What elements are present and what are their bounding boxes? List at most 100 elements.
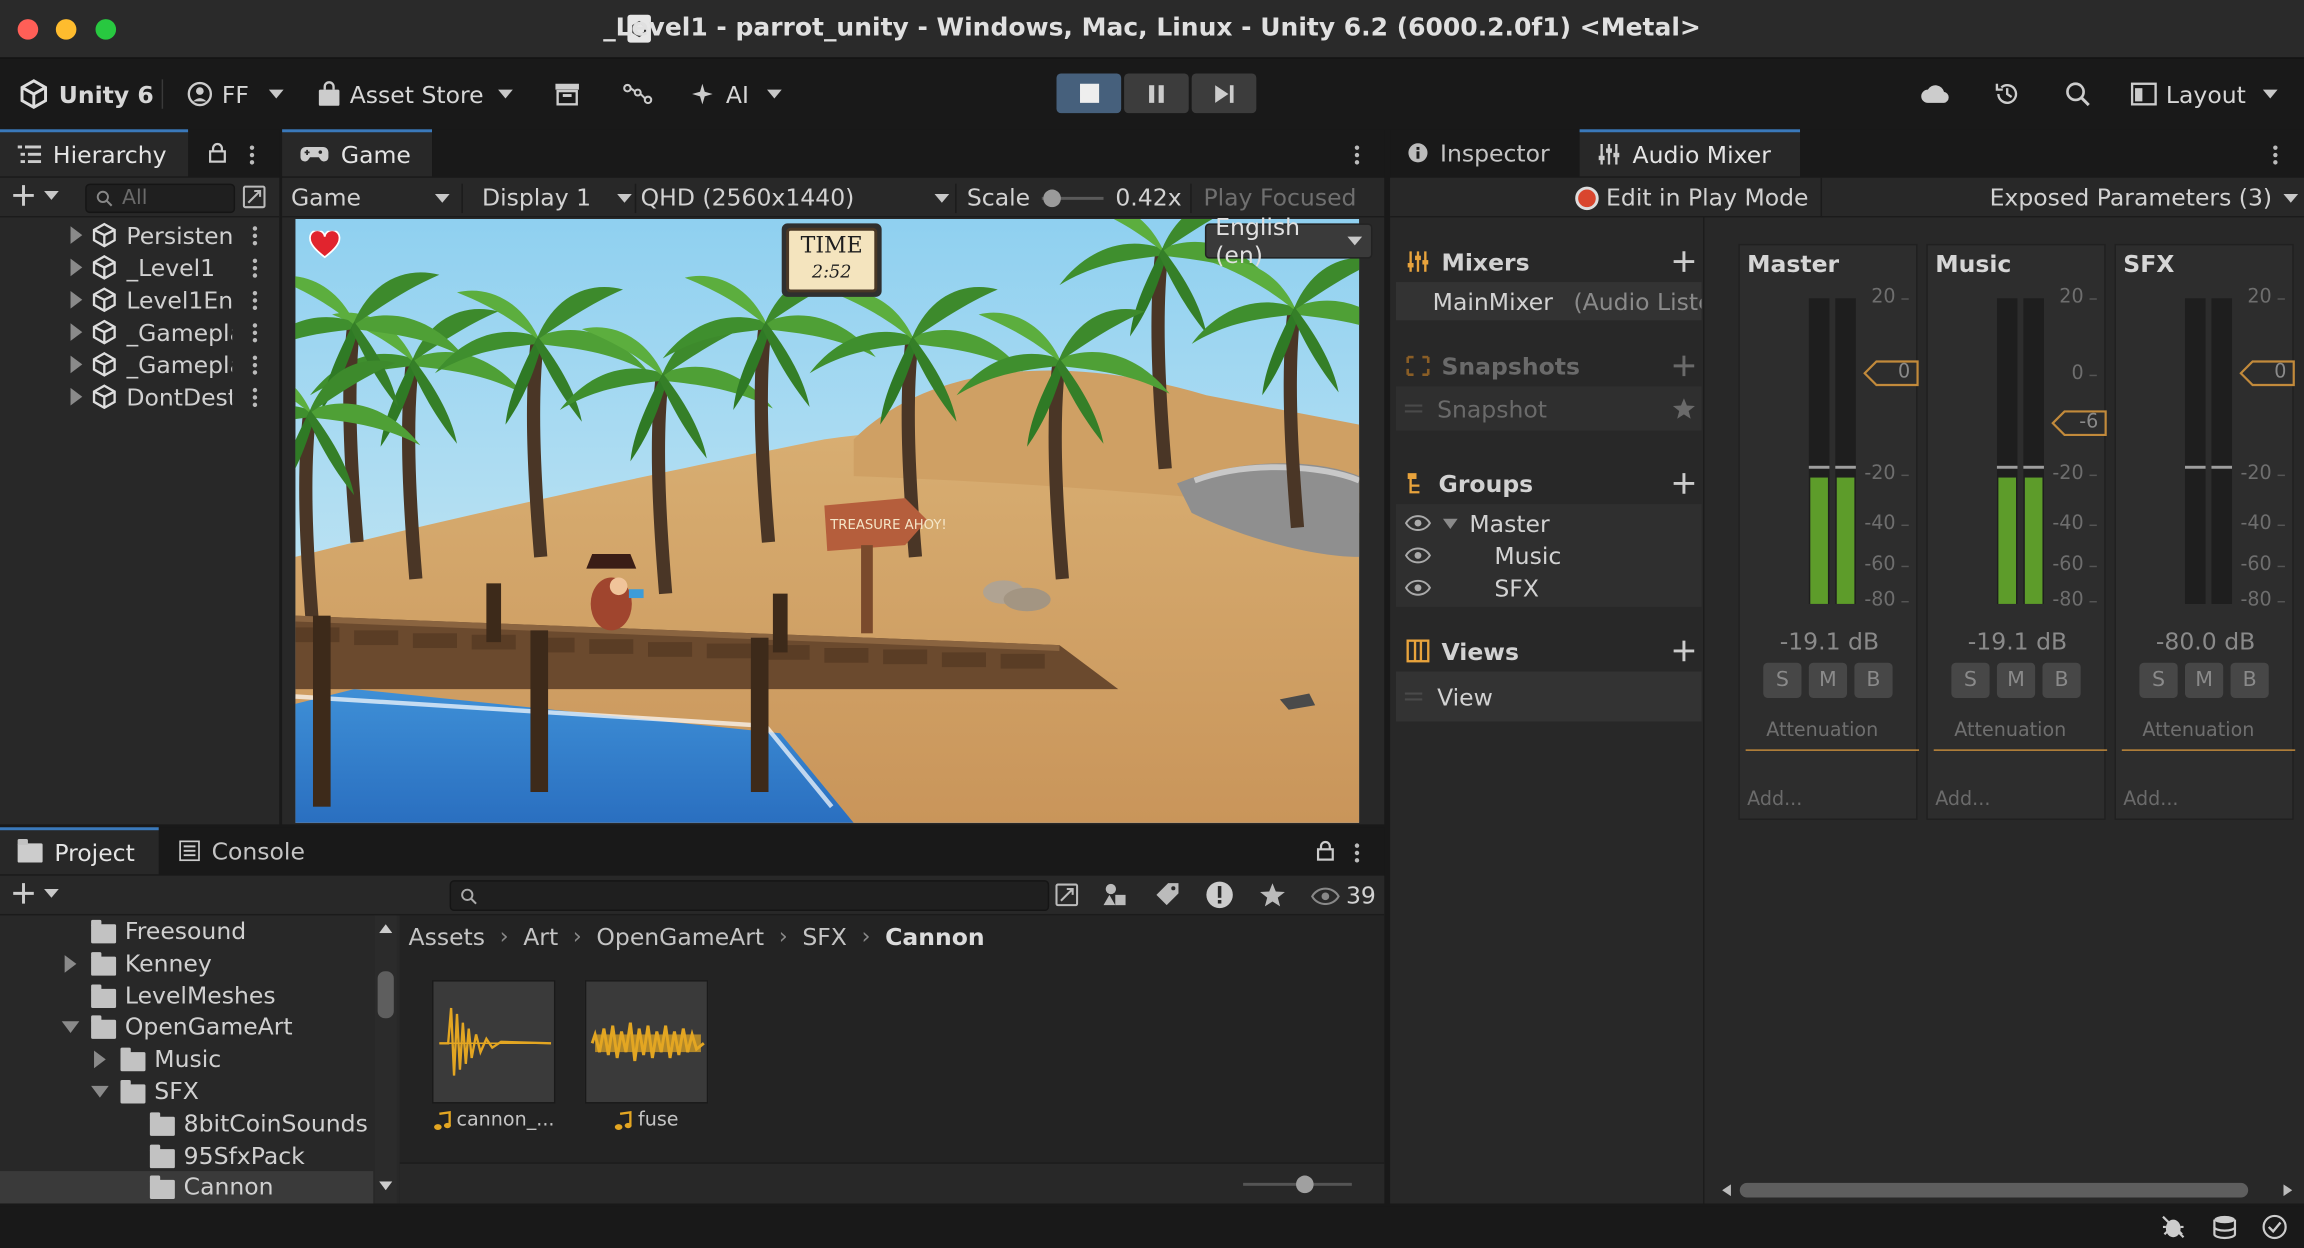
cache-server-icon[interactable]	[2211, 1214, 2237, 1240]
folder-tree-item[interactable]: Freesound	[0, 915, 373, 947]
debug-mode-icon[interactable]	[2160, 1214, 2186, 1240]
tab-project[interactable]: Project	[0, 827, 159, 875]
play-focused-dropdown[interactable]: Play Focused	[1203, 178, 1356, 218]
scroll-down-icon[interactable]	[379, 1181, 393, 1191]
hierarchy-item[interactable]: DontDest	[0, 381, 279, 413]
volume-fader-handle[interactable]: 0	[1863, 360, 1919, 387]
scale-slider[interactable]	[1041, 187, 1104, 208]
more-options-icon[interactable]	[1354, 143, 1361, 168]
folder-tree-item[interactable]: Kenney	[0, 947, 373, 979]
expand-arrow-icon[interactable]	[70, 290, 83, 309]
warning-filter-icon[interactable]	[1205, 880, 1234, 909]
scroll-up-icon[interactable]	[379, 924, 393, 934]
breadcrumb-item[interactable]: SFX	[802, 922, 847, 950]
eye-icon[interactable]	[1404, 514, 1432, 532]
more-options-icon[interactable]	[2273, 143, 2279, 168]
more-options-icon[interactable]	[252, 320, 259, 345]
game-scene-render[interactable]: TREASURE AHOY!	[295, 218, 1360, 823]
unity-menu-button[interactable]: Unity 6	[18, 59, 154, 130]
asset-store-dropdown[interactable]: Asset Store	[317, 59, 513, 130]
expand-arrow-icon[interactable]	[64, 954, 77, 973]
package-manager-button[interactable]	[554, 59, 580, 130]
favorites-star-icon[interactable]	[1259, 882, 1285, 908]
display-dropdown[interactable]: Display 1	[482, 178, 632, 218]
expand-arrow-icon[interactable]	[94, 1050, 106, 1069]
lock-icon[interactable]	[209, 142, 227, 164]
eye-icon[interactable]	[1404, 547, 1432, 565]
scroll-left-icon[interactable]	[1722, 1184, 1731, 1197]
bypass-button[interactable]: B	[2042, 662, 2081, 698]
add-group-button[interactable]	[1672, 472, 1696, 496]
bypass-button[interactable]: B	[2230, 662, 2269, 698]
create-dropdown[interactable]	[12, 184, 59, 208]
stop-play-button[interactable]	[1056, 73, 1122, 114]
asset-item[interactable]: fuse	[584, 980, 709, 1142]
lock-icon[interactable]	[1316, 840, 1335, 861]
add-snapshot-button[interactable]	[1672, 354, 1696, 378]
eye-icon[interactable]	[1404, 579, 1432, 597]
more-options-icon[interactable]	[249, 143, 256, 168]
more-options-icon[interactable]	[252, 287, 259, 312]
volume-fader-handle[interactable]: -6	[2051, 410, 2107, 437]
layout-dropdown[interactable]: Layout	[2130, 59, 2279, 130]
hierarchy-search-input[interactable]: All	[85, 183, 236, 214]
step-button[interactable]	[1191, 73, 1257, 114]
folder-tree-item[interactable]: SFX	[0, 1076, 373, 1108]
breadcrumb-item[interactable]: OpenGameArt	[596, 922, 764, 950]
more-options-icon[interactable]	[252, 255, 259, 280]
folder-tree-item[interactable]: Music	[0, 1044, 373, 1076]
add-effect-button[interactable]: Add...	[1935, 789, 1990, 811]
resolution-dropdown[interactable]: QHD (2560x1440)	[641, 178, 950, 218]
effect-slot[interactable]: Attenuation	[2121, 713, 2296, 751]
check-circle-icon[interactable]	[2261, 1214, 2287, 1240]
bypass-button[interactable]: B	[1854, 662, 1893, 698]
effect-slot[interactable]: Attenuation	[1745, 713, 1920, 751]
hierarchy-item[interactable]: _Gamepla	[0, 316, 279, 348]
expand-arrow-icon[interactable]	[70, 355, 83, 374]
folder-tree-item[interactable]: Cannon	[0, 1171, 374, 1205]
view-list-item[interactable]: View	[1395, 671, 1702, 722]
tab-hierarchy[interactable]: Hierarchy	[0, 129, 189, 177]
ai-dropdown[interactable]: AI	[691, 59, 782, 130]
hidden-packages-toggle[interactable]: 39	[1310, 876, 1376, 916]
scroll-right-icon[interactable]	[2283, 1184, 2293, 1197]
account-dropdown[interactable]: FF	[187, 59, 285, 130]
hierarchy-item[interactable]: Level1En	[0, 284, 279, 316]
group-item-music[interactable]: Music	[1396, 539, 1702, 571]
scrollbar-thumb[interactable]	[377, 971, 394, 1019]
more-options-icon[interactable]	[252, 352, 259, 377]
hierarchy-item[interactable]: _Gamepla	[0, 348, 279, 380]
add-effect-button[interactable]: Add...	[1747, 789, 1802, 811]
game-view-dropdown[interactable]: Game	[291, 178, 459, 218]
scene-visibility-icon[interactable]	[242, 185, 266, 209]
version-control-button[interactable]	[623, 59, 653, 130]
more-options-icon[interactable]	[252, 384, 259, 409]
asset-item[interactable]: cannon_...	[432, 980, 556, 1142]
tab-game[interactable]: Game	[282, 129, 433, 177]
add-view-button[interactable]	[1672, 639, 1696, 663]
mixer-list-item[interactable]: MainMixer (Audio Liste	[1395, 282, 1702, 321]
mute-button[interactable]: M	[1808, 662, 1848, 698]
hierarchy-item[interactable]: Persisten	[0, 219, 279, 251]
mute-button[interactable]: M	[1996, 662, 2036, 698]
solo-button[interactable]: S	[1951, 662, 1990, 698]
tab-audio-mixer[interactable]: Audio Mixer	[1579, 129, 1801, 177]
effect-slot[interactable]: Attenuation	[1933, 713, 2108, 751]
folder-tree-item[interactable]: 95SfxPack	[0, 1140, 373, 1172]
tree-scrollbar[interactable]	[374, 915, 397, 1204]
expand-arrow-icon[interactable]	[70, 258, 83, 277]
group-item-sfx[interactable]: SFX	[1396, 572, 1702, 604]
folder-tree-item[interactable]: LevelMeshes	[0, 979, 373, 1011]
mute-button[interactable]: M	[2184, 662, 2224, 698]
collapse-arrow-icon[interactable]	[61, 1021, 80, 1034]
solo-button[interactable]: S	[2139, 662, 2178, 698]
expand-arrow-icon[interactable]	[70, 323, 83, 341]
more-options-icon[interactable]	[1354, 840, 1361, 865]
language-dropdown[interactable]: English (en)	[1204, 213, 1373, 269]
create-asset-dropdown[interactable]	[12, 882, 59, 906]
star-icon[interactable]	[1672, 397, 1696, 421]
icon-size-slider-thumb[interactable]	[1296, 1175, 1314, 1194]
breadcrumb-item[interactable]: Cannon	[885, 922, 984, 950]
collapse-arrow-icon[interactable]	[91, 1085, 109, 1098]
cloud-button[interactable]	[1919, 59, 1951, 130]
